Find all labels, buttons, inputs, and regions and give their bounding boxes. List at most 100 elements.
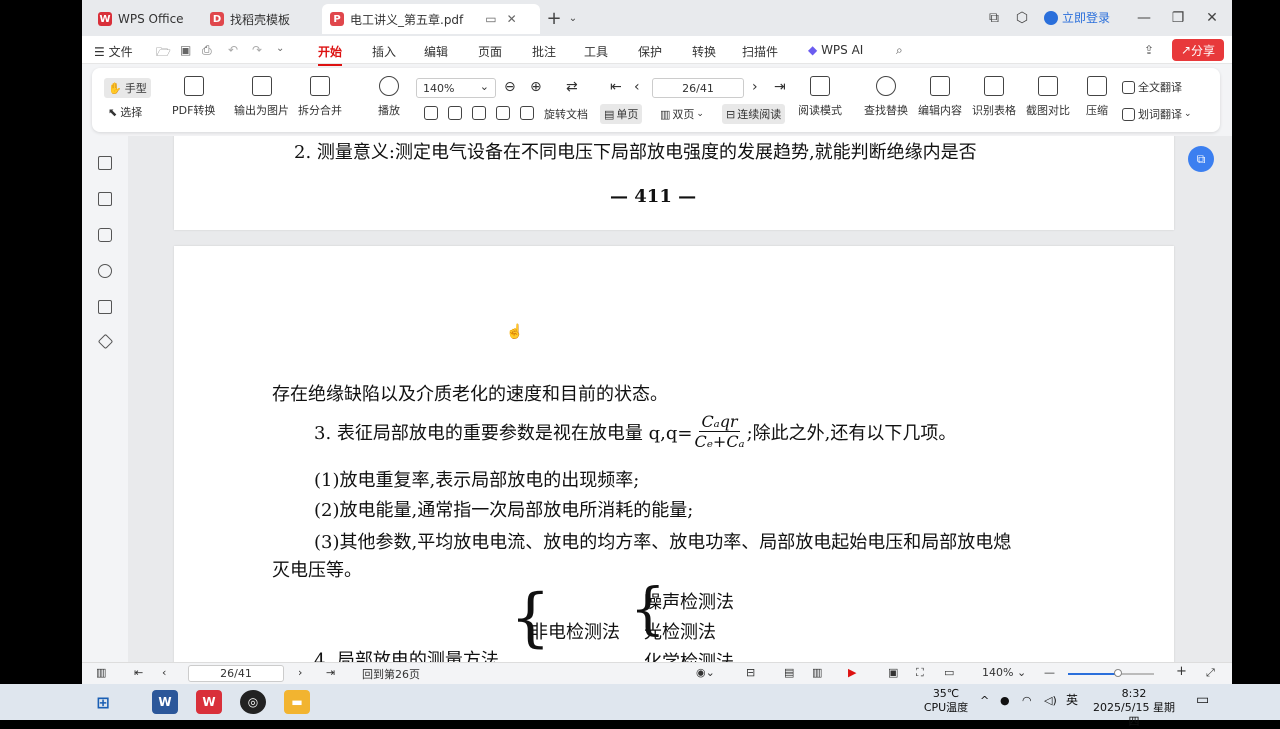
screenshot-compare-button[interactable]: 截图对比 <box>1026 76 1070 118</box>
volume-icon[interactable]: ◁) <box>1044 694 1057 708</box>
word-app-icon[interactable]: W <box>152 690 178 714</box>
next-page-icon[interactable]: › <box>752 79 758 95</box>
full-translate-button[interactable]: 全文翻译 <box>1122 79 1182 95</box>
select-tool-button[interactable]: ⬉ 选择 <box>108 104 142 120</box>
status-last-page-icon[interactable]: ⇥ <box>326 666 335 679</box>
floating-tool-icon[interactable]: ⧉ <box>1188 146 1214 172</box>
menu-annotate[interactable]: 批注 <box>532 43 556 60</box>
menu-insert[interactable]: 插入 <box>372 43 396 60</box>
last-page-icon[interactable]: ⇥ <box>774 79 786 95</box>
word-translate-button[interactable]: 划词翻译 ⌄ <box>1122 106 1192 122</box>
status-crop-icon[interactable]: ▭ <box>944 666 954 679</box>
page-number-input[interactable]: 26/41 <box>652 78 744 98</box>
tab-window-icon[interactable]: ▭ <box>485 12 496 26</box>
undo-icon[interactable]: ↶ <box>228 43 238 57</box>
edit-content-button[interactable]: 编辑内容 <box>918 76 962 118</box>
windows-start-icon[interactable]: ⊞ <box>90 690 116 714</box>
bookmark-icon[interactable] <box>98 156 112 170</box>
recognize-table-button[interactable]: 识别表格 <box>972 76 1016 118</box>
zoom-out-icon[interactable]: ⊖ <box>504 79 516 95</box>
wifi-icon[interactable]: ◠ <box>1022 694 1032 708</box>
tab-pdf-document[interactable]: P 电工讲义_第五章.pdf ▭ ✕ <box>322 4 540 34</box>
capture-app-icon[interactable]: ◎ <box>240 690 266 714</box>
minimize-icon[interactable]: — <box>1136 8 1152 28</box>
sidebar-toggle-icon[interactable]: ▥ <box>96 666 106 679</box>
microphone-icon[interactable]: ● <box>1000 694 1010 708</box>
menu-tools[interactable]: 工具 <box>584 43 608 60</box>
close-window-icon[interactable]: ✕ <box>1204 8 1220 28</box>
save-icon[interactable]: ▣ <box>180 43 191 57</box>
window-mode-icon[interactable]: ⧉ <box>986 8 1002 28</box>
comment-icon[interactable] <box>98 228 112 242</box>
status-single-icon[interactable]: ▤ <box>784 666 794 679</box>
crop-icon[interactable] <box>472 106 489 120</box>
status-continuous-icon[interactable]: ⊟ <box>746 666 755 679</box>
continuous-read-button[interactable]: ⊟ 连续阅读 <box>722 104 786 124</box>
print-icon[interactable]: ⎙ <box>202 43 212 58</box>
thumbnail-icon[interactable] <box>98 192 112 206</box>
status-fullscreen-icon[interactable]: ⛶ <box>916 666 924 680</box>
status-zoom-in-icon[interactable]: + <box>1176 664 1187 679</box>
status-zoom-select[interactable]: 140% ⌄ <box>982 666 1026 679</box>
document-viewer[interactable]: 2. 测量意义:测定电气设备在不同电压下局部放电强度的发展趋势,就能判断绝缘内是… <box>128 136 1232 662</box>
status-next-page-icon[interactable]: › <box>298 666 302 679</box>
status-prev-page-icon[interactable]: ‹ <box>162 666 166 679</box>
wps-ai-button[interactable]: ◆ WPS AI <box>808 43 863 57</box>
cloud-upload-icon[interactable]: ⇪ <box>1144 43 1154 57</box>
menu-edit[interactable]: 编辑 <box>424 43 448 60</box>
find-replace-button[interactable]: 查找替换 <box>864 76 908 118</box>
layers-icon[interactable] <box>97 333 114 350</box>
file-explorer-icon[interactable]: ▬ <box>284 690 310 714</box>
play-button[interactable]: 播放 <box>378 76 400 118</box>
prev-page-icon[interactable]: ‹ <box>634 79 640 95</box>
zoom-slider[interactable] <box>1068 669 1154 677</box>
menu-scan[interactable]: 扫描件 <box>742 43 778 60</box>
notification-icon[interactable]: ▭ <box>1196 693 1209 707</box>
clock[interactable]: 8:32 2025/5/15 星期四 <box>1088 687 1180 729</box>
rotate-document-button[interactable]: 旋转文档 <box>544 106 588 122</box>
more-chevron-icon[interactable]: ⌄ <box>276 43 284 54</box>
attachment-icon[interactable] <box>98 264 112 278</box>
login-button[interactable]: 立即登录 <box>1044 9 1110 26</box>
file-menu[interactable]: ☰ 文件 <box>94 43 133 60</box>
signature-icon[interactable] <box>98 300 112 314</box>
status-expand-icon[interactable]: ⤢ <box>1206 666 1215 680</box>
menu-page[interactable]: 页面 <box>478 43 502 60</box>
maximize-icon[interactable]: ❐ <box>1170 8 1186 28</box>
eye-icon[interactable]: ◉⌄ <box>696 666 715 679</box>
redo-icon[interactable]: ↷ <box>252 43 262 57</box>
fit-width-icon[interactable] <box>448 106 465 120</box>
split-merge-button[interactable]: 拆分合并 <box>298 76 342 118</box>
goto-page-link[interactable]: 回到第26页 <box>362 666 420 682</box>
double-page-button[interactable]: ▥ 双页 ⌄ <box>660 106 704 122</box>
menu-convert[interactable]: 转换 <box>692 43 716 60</box>
new-tab-button[interactable]: + <box>544 8 564 29</box>
tray-expand-icon[interactable]: ^ <box>980 694 989 708</box>
fit-page-icon[interactable]: ⇄ <box>566 79 578 95</box>
close-tab-icon[interactable]: ✕ <box>507 12 517 26</box>
status-zoom-out-icon[interactable]: — <box>1044 666 1055 679</box>
open-icon[interactable]: 🗁 <box>156 43 171 64</box>
tab-wps-office[interactable]: W WPS Office <box>90 4 192 34</box>
rotate-left-icon[interactable] <box>496 106 513 120</box>
menu-protect[interactable]: 保护 <box>638 43 662 60</box>
wps-app-icon[interactable]: W <box>196 690 222 714</box>
ime-indicator[interactable]: 英 <box>1066 693 1078 707</box>
read-mode-button[interactable]: 阅读模式 <box>798 76 842 118</box>
actual-size-icon[interactable] <box>424 106 441 120</box>
status-page-input[interactable]: 26/41 <box>188 665 284 682</box>
cube-icon[interactable]: ⬡ <box>1014 8 1030 28</box>
compress-button[interactable]: 压缩 <box>1086 76 1108 118</box>
hand-tool-button[interactable]: ✋ 手型 <box>104 78 151 98</box>
search-icon[interactable]: ⌕ <box>896 43 903 58</box>
single-page-button[interactable]: ▤ 单页 <box>600 104 643 124</box>
export-image-button[interactable]: 输出为图片 <box>234 76 289 118</box>
zoom-in-icon[interactable]: ⊕ <box>530 79 542 95</box>
tab-list-chevron-icon[interactable]: ⌄ <box>566 8 580 28</box>
status-fit-icon[interactable]: ▣ <box>888 666 898 679</box>
status-play-icon[interactable]: ▶ <box>848 666 856 679</box>
first-page-icon[interactable]: ⇤ <box>610 79 622 95</box>
share-button[interactable]: ↗ 分享 <box>1172 39 1224 61</box>
status-first-page-icon[interactable]: ⇤ <box>134 666 143 679</box>
pdf-convert-button[interactable]: PDF转换 <box>172 76 215 118</box>
